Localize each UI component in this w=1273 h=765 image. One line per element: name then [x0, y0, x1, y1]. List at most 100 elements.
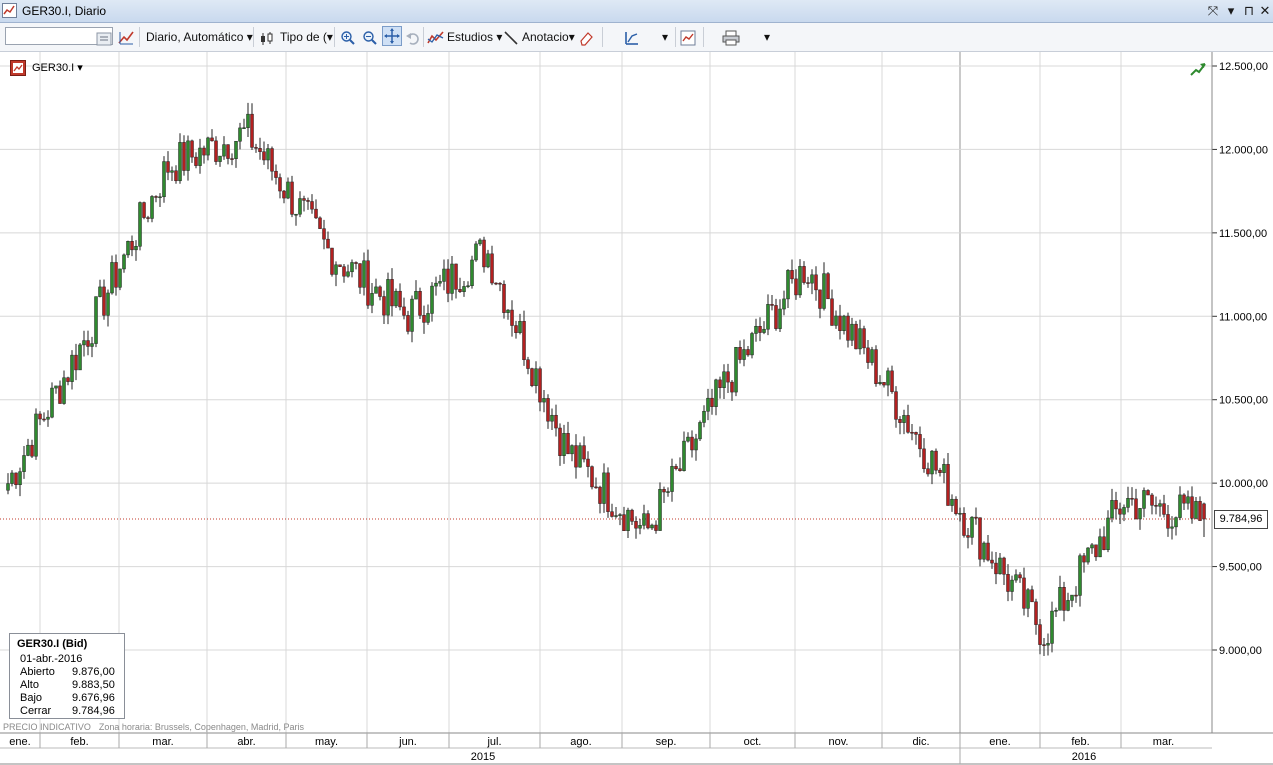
candle-up	[478, 239, 482, 245]
candle-up	[138, 202, 142, 247]
candle-down	[590, 466, 594, 488]
candle-down	[390, 279, 394, 307]
symbol-text: GER30.I	[32, 62, 75, 74]
zoom-in-icon[interactable]	[340, 28, 356, 48]
price-chart[interactable]: 12.500,00 12.000,00 11.500,00 11.000,00 10.5…	[0, 52, 1273, 765]
detach-icon[interactable]: ⤧	[1204, 2, 1222, 20]
studies-icon[interactable]	[427, 28, 444, 48]
period-dropdown[interactable]: Diario, Automático ▾	[146, 27, 253, 47]
menu-dropdown-icon[interactable]: ▾	[1222, 2, 1240, 20]
candle-down	[1202, 503, 1206, 520]
candle-up	[822, 273, 826, 309]
month-label: feb.	[70, 736, 88, 748]
legend-value: 9.883,50	[72, 679, 115, 691]
candle-up	[650, 524, 654, 529]
candle-down	[974, 516, 978, 519]
candle-up	[474, 243, 478, 261]
chevron-down-icon[interactable]: ▾	[764, 27, 770, 47]
candle-down	[1198, 501, 1202, 521]
current-price-tag: 9.784,96	[1214, 510, 1268, 529]
candle-down	[918, 434, 922, 450]
chart-settings-icon[interactable]	[680, 28, 696, 48]
candle-up	[1158, 503, 1162, 507]
candle-up	[1014, 574, 1018, 581]
candle-up	[638, 525, 642, 529]
chart-background	[0, 52, 1273, 765]
candle-down	[278, 177, 282, 192]
candle-up	[858, 328, 862, 350]
month-label: ago.	[570, 736, 591, 748]
pan-icon[interactable]	[382, 26, 402, 46]
candle-up	[46, 416, 50, 420]
candle-up	[18, 471, 22, 486]
candle-up	[1178, 494, 1182, 518]
candle-up	[658, 489, 662, 531]
candle-down	[738, 347, 742, 360]
candle-down	[1022, 577, 1026, 609]
candle-down	[306, 200, 310, 202]
candle-down	[862, 328, 866, 349]
candle-up	[106, 292, 110, 316]
candle-up	[562, 433, 566, 456]
candle-up	[78, 344, 82, 371]
annotation-dropdown[interactable]: Anotacio▾	[522, 27, 575, 47]
zoom-out-icon[interactable]	[362, 28, 378, 48]
symbol-label[interactable]: GER30.I ▾	[32, 60, 83, 76]
candle-up	[1142, 490, 1146, 509]
chart-toolbar: Diario, Automático ▾ Tipo de (▾ Estudios…	[0, 23, 1273, 52]
candlestick-icon[interactable]	[259, 29, 275, 49]
toolbar-separator	[334, 27, 335, 47]
chart-type-dropdown[interactable]: Tipo de (▾	[280, 27, 333, 47]
candle-down	[1134, 498, 1138, 520]
year-label: 2015	[471, 751, 495, 763]
candle-down	[14, 472, 18, 486]
eraser-icon[interactable]	[578, 28, 594, 48]
candle-up	[286, 181, 290, 199]
line-draw-icon[interactable]	[503, 28, 519, 48]
candle-down	[1034, 601, 1038, 625]
candle-down	[490, 253, 494, 284]
candle-up	[82, 340, 86, 346]
crosshair-draw-icon[interactable]	[117, 28, 135, 48]
candle-down	[866, 347, 870, 363]
candle-down	[838, 315, 842, 331]
timezone-note: Zona horaria: Brussels, Copenhagen, Madr…	[98, 722, 304, 732]
year-label: 2016	[1072, 751, 1096, 763]
month-label: ene.	[989, 736, 1010, 748]
candle-up	[786, 270, 790, 300]
candle-down	[58, 385, 62, 404]
candle-down	[154, 196, 158, 198]
candle-down	[746, 349, 750, 356]
candle-up	[534, 368, 538, 386]
close-icon[interactable]: ✕	[1256, 2, 1273, 20]
candle-down	[874, 349, 878, 384]
candle-down	[546, 398, 550, 422]
price-axis-label: 10.500,00	[1219, 395, 1268, 407]
trend-up-icon	[1190, 63, 1206, 76]
candle-down	[1190, 496, 1194, 519]
candle-up	[642, 513, 646, 526]
chevron-down-icon[interactable]: ▾	[662, 27, 668, 47]
candle-up	[238, 127, 242, 142]
candle-down	[250, 113, 254, 148]
layout-tool-icon[interactable]	[622, 28, 640, 48]
candle-up	[942, 464, 946, 473]
candle-up	[206, 137, 210, 156]
undo-icon[interactable]	[405, 28, 421, 48]
candle-up	[626, 509, 630, 531]
chart-app-icon	[2, 3, 17, 18]
candle-down	[802, 266, 806, 283]
candle-down	[366, 260, 370, 306]
candle-down	[174, 170, 178, 182]
candle-down	[558, 427, 562, 456]
candle-down	[938, 469, 942, 473]
month-label: ene.	[9, 736, 30, 748]
chart-area[interactable]: 12.500,00 12.000,00 11.500,00 11.000,00 10.5…	[0, 52, 1273, 765]
candle-down	[898, 419, 902, 423]
studies-dropdown[interactable]: Estudios ▾	[447, 27, 502, 47]
candle-down	[830, 298, 834, 326]
print-icon[interactable]	[722, 28, 740, 48]
month-label: feb.	[1071, 736, 1089, 748]
candle-up	[186, 140, 190, 171]
symbol-lookup-icon[interactable]	[96, 29, 112, 49]
